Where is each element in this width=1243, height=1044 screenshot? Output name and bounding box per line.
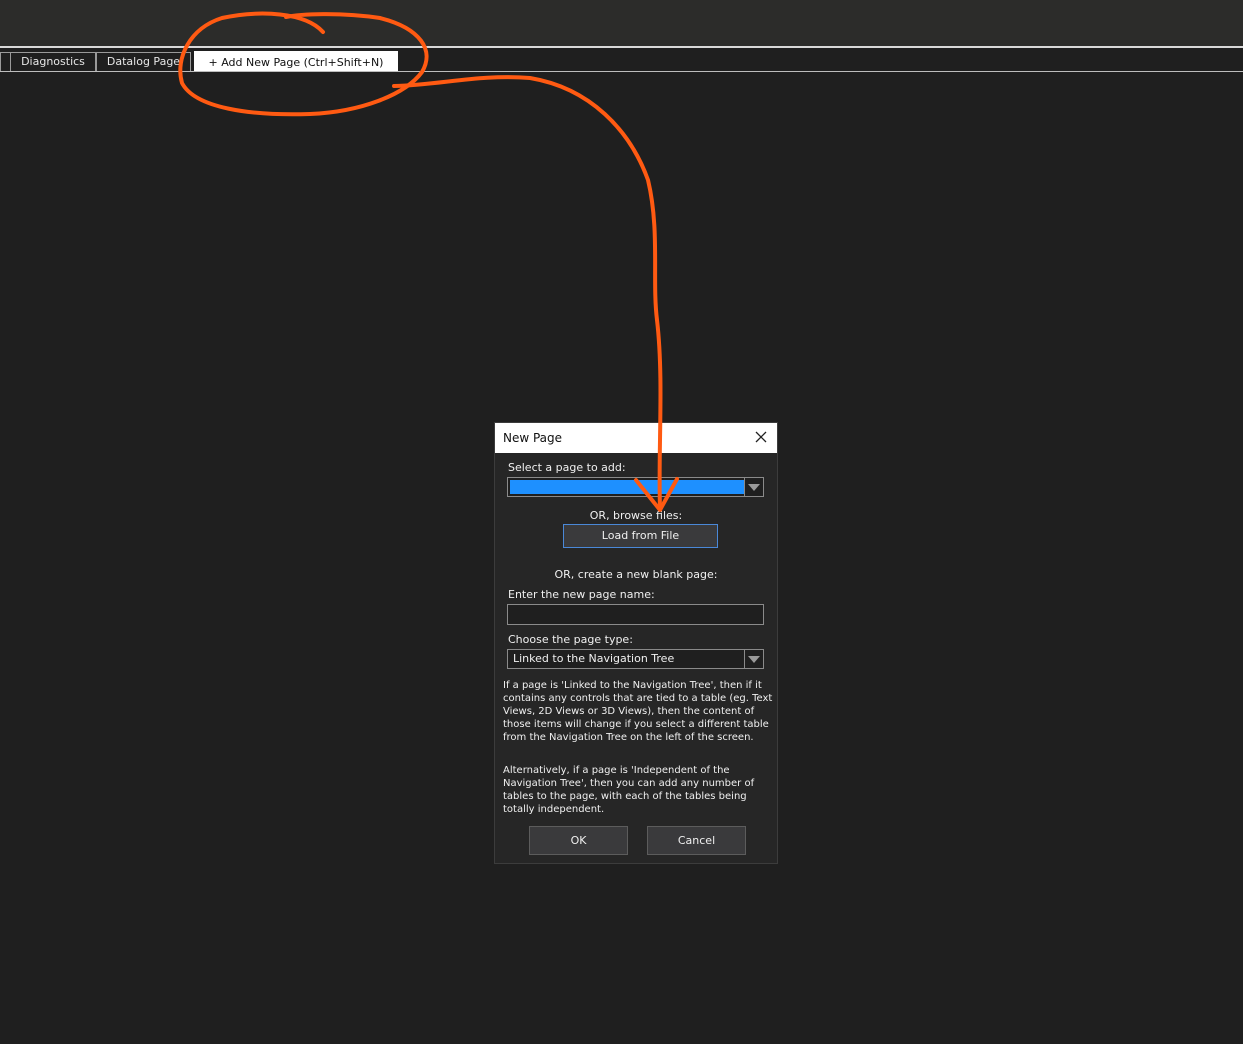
top-toolbar [0, 0, 1243, 46]
select-page-label: Select a page to add: [508, 461, 626, 474]
page-type-value: Linked to the Navigation Tree [513, 652, 675, 665]
help-text-linked: If a page is 'Linked to the Navigation T… [503, 680, 773, 743]
new-page-dialog: New Page Select a page to add: OR, brows… [494, 422, 778, 864]
load-from-file-button[interactable]: Load from File [563, 524, 718, 548]
page-name-input[interactable] [507, 604, 764, 625]
tab-diagnostics[interactable]: Diagnostics [10, 52, 96, 71]
page-type-dropdown[interactable]: Linked to the Navigation Tree [507, 649, 764, 669]
dialog-titlebar: New Page [495, 423, 777, 453]
dropdown-button[interactable] [744, 650, 763, 668]
blank-page-label: OR, create a new blank page: [554, 568, 718, 581]
help-text-independent: Alternatively, if a page is 'Independent… [503, 765, 755, 815]
tab-datalog-page[interactable]: Datalog Page [96, 52, 191, 71]
page-name-label: Enter the new page name: [508, 588, 655, 601]
chevron-down-icon [748, 484, 760, 491]
cancel-button[interactable]: Cancel [647, 826, 746, 855]
selected-item-highlight [510, 480, 744, 494]
ok-button[interactable]: OK [529, 826, 628, 855]
dropdown-button[interactable] [744, 478, 763, 496]
page-select-dropdown[interactable] [507, 477, 764, 497]
tab-strip-border [0, 71, 1243, 72]
tab-add-new-page[interactable]: + Add New Page (Ctrl+Shift+N) [194, 51, 398, 72]
chevron-down-icon [748, 656, 760, 663]
browse-label: OR, browse files: [589, 509, 683, 522]
dialog-title: New Page [503, 431, 563, 445]
close-icon[interactable] [753, 429, 769, 445]
page-type-label: Choose the page type: [508, 633, 633, 646]
